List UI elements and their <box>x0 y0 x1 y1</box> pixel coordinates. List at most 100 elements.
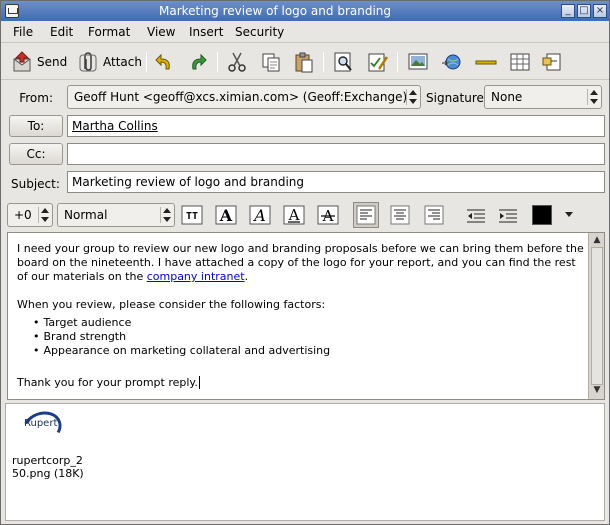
outdent-icon <box>467 209 485 223</box>
attachment-filename-line-1: rupertcorp_2 <box>12 454 83 467</box>
menu-edit[interactable]: Edit <box>50 25 73 39</box>
subject-field[interactable]: Marketing review of logo and branding <box>67 171 605 193</box>
title-bar[interactable]: Marketing review of logo and branding _ … <box>1 1 609 21</box>
align-right-button[interactable] <box>421 202 447 228</box>
paperclip-icon <box>79 52 97 72</box>
signature-value: None <box>491 90 523 104</box>
from-value: Geoff Hunt <geoff@xcs.ximian.com> (Geoff… <box>74 90 408 104</box>
spellcheck-button[interactable] <box>367 49 389 75</box>
attach-label: Attach <box>103 55 142 69</box>
attachment-filename-line-2: 50.png (18K) <box>12 467 84 480</box>
list-item: Brand strength <box>33 330 585 344</box>
menu-view[interactable]: View <box>147 25 175 39</box>
insert-rule-button[interactable] <box>475 49 497 75</box>
combo-arrows-icon <box>406 89 417 105</box>
factor-list: Target audience Brand strength Appearanc… <box>33 316 585 358</box>
scroll-up-icon[interactable]: ▲ <box>591 235 603 247</box>
menu-bar: File Edit Format View Insert Security <box>1 21 609 43</box>
insert-image-button[interactable] <box>407 49 429 75</box>
insert-object-button[interactable] <box>542 49 564 75</box>
align-left-icon <box>356 205 376 225</box>
indent-button[interactable] <box>495 202 521 228</box>
subject-label: Subject: <box>11 177 60 191</box>
paragraph-2: When you review, please consider the fol… <box>17 298 326 311</box>
paste-button[interactable] <box>293 49 315 75</box>
copy-button[interactable] <box>260 49 282 75</box>
menu-format[interactable]: Format <box>88 25 130 39</box>
signature-select[interactable]: None <box>484 85 602 109</box>
redo-button[interactable] <box>187 49 209 75</box>
paragraph-style-select[interactable]: Normal <box>57 203 175 227</box>
undo-icon <box>155 53 170 70</box>
maximize-button[interactable]: □ <box>577 4 591 18</box>
table-icon <box>510 53 530 71</box>
align-left-button[interactable] <box>353 202 379 228</box>
menu-file[interactable]: File <box>13 25 33 39</box>
svg-text:TT: TT <box>186 211 198 222</box>
align-right-icon <box>424 205 444 225</box>
from-account-select[interactable]: Geoff Hunt <geoff@xcs.ximian.com> (Geoff… <box>67 85 421 109</box>
spinner-arrows-icon <box>38 207 49 223</box>
horizontal-rule-icon <box>475 60 497 65</box>
intranet-link[interactable]: company intranet <box>147 270 245 283</box>
main-toolbar: Send Attach <box>1 44 609 80</box>
insert-link-button[interactable] <box>441 49 463 75</box>
toolbar-separator <box>323 52 324 72</box>
insert-table-button[interactable] <box>509 49 531 75</box>
toolbar-separator <box>217 52 218 72</box>
minimize-button[interactable]: _ <box>561 4 575 18</box>
object-icon <box>542 53 561 71</box>
text-color-swatch <box>532 205 552 225</box>
font-size-spinner[interactable]: +0 <box>7 203 53 227</box>
outdent-button[interactable] <box>463 202 489 228</box>
attachment-filename: rupertcorp_2 50.png (18K) <box>12 454 84 480</box>
from-label: From: <box>19 91 53 105</box>
spellcheck-icon <box>368 53 389 72</box>
italic-button[interactable]: A <box>247 202 273 228</box>
send-label: Send <box>37 55 68 69</box>
format-toolbar: +0 Normal TT A A A A <box>1 199 609 231</box>
window-title: Marketing review of logo and branding <box>158 4 392 18</box>
send-button[interactable]: Send <box>11 49 67 75</box>
italic-icon: A <box>249 205 271 225</box>
list-item: Target audience <box>33 316 585 330</box>
dropdown-arrow-icon <box>565 212 573 217</box>
to-button[interactable]: To: <box>9 115 63 137</box>
align-center-button[interactable] <box>387 202 413 228</box>
strikethrough-icon: A <box>317 205 339 225</box>
font-size-value: +0 <box>14 208 32 222</box>
to-field[interactable]: Martha Collins <box>67 115 605 137</box>
signature-label: Signature: <box>426 91 488 105</box>
scroll-thumb[interactable] <box>591 247 603 385</box>
link-globe-icon <box>442 54 461 70</box>
text-color-dropdown[interactable] <box>559 202 579 228</box>
to-recipient[interactable]: Martha Collins <box>72 119 158 133</box>
menu-security[interactable]: Security <box>235 25 284 39</box>
strikethrough-button[interactable]: A <box>315 202 341 228</box>
cc-field[interactable] <box>67 143 605 165</box>
underline-icon: A <box>283 205 305 225</box>
menu-insert[interactable]: Insert <box>189 25 223 39</box>
attachment-thumbnail-logo: Rupert <box>24 418 58 429</box>
message-body-editor[interactable]: I need your group to review our new logo… <box>7 232 605 400</box>
text-cursor <box>198 376 200 389</box>
bold-button[interactable]: A <box>213 202 239 228</box>
cut-button[interactable] <box>226 49 248 75</box>
message-body[interactable]: I need your group to review our new logo… <box>17 242 585 390</box>
cc-button[interactable]: Cc: <box>9 143 63 165</box>
list-item: Appearance on marketing collateral and a… <box>33 344 585 358</box>
paragraph-1-text: I need your group to review our new logo… <box>17 242 584 283</box>
underline-button[interactable]: A <box>281 202 307 228</box>
attach-button[interactable]: Attach <box>77 49 142 75</box>
text-color-button[interactable] <box>529 202 555 228</box>
undo-button[interactable] <box>153 49 175 75</box>
toolbar-separator <box>397 52 398 72</box>
align-center-icon <box>390 205 410 225</box>
find-button[interactable] <box>333 49 355 75</box>
scroll-down-icon[interactable]: ▼ <box>591 385 603 397</box>
close-button[interactable]: × <box>593 4 607 18</box>
vertical-scrollbar[interactable]: ▲ ▼ <box>588 233 604 399</box>
typewriter-button[interactable]: TT <box>179 202 205 228</box>
svg-text:A: A <box>252 206 266 225</box>
